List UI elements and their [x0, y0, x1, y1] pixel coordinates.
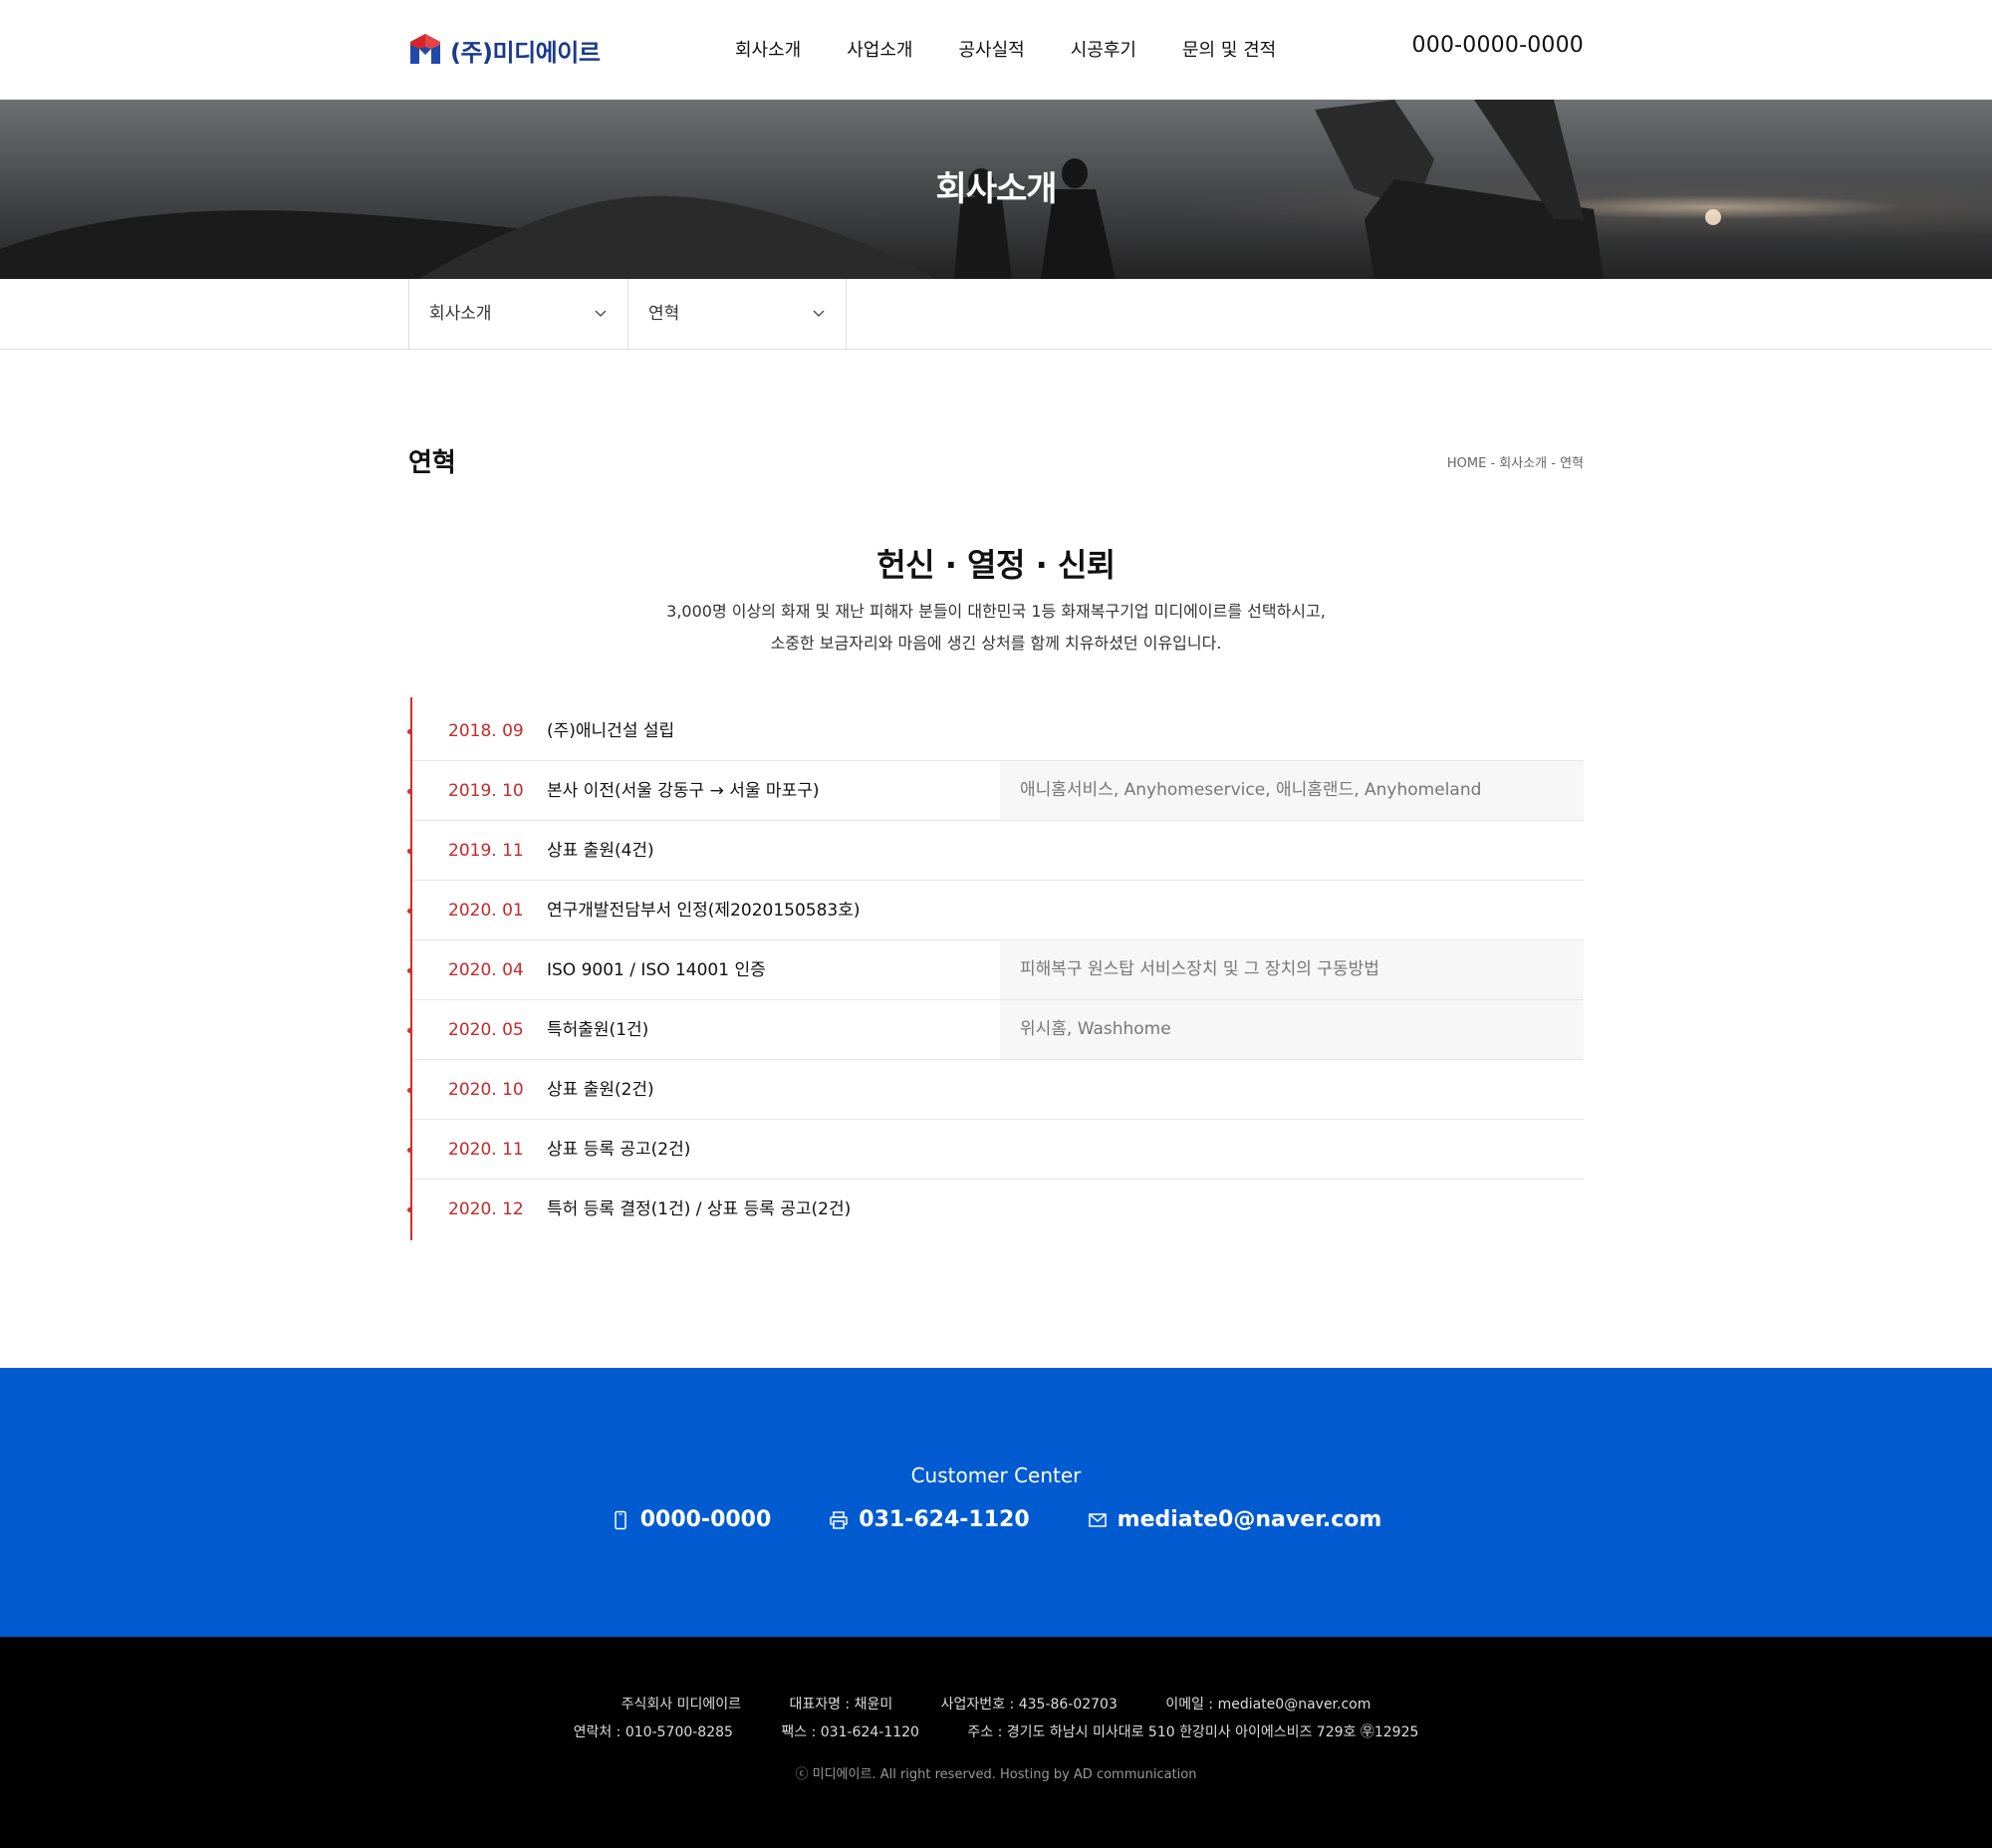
cs-email[interactable]: mediate0@naver.com — [1088, 1507, 1382, 1532]
banner-title: 회사소개 — [935, 169, 1057, 209]
timeline-row: 2020. 01 연구개발전담부서 인정(제2020150583호) — [407, 881, 1584, 940]
customer-center: Customer Center 0000-0000 031-624-1120 m… — [0, 1368, 1992, 1637]
footer-contact: 연락처 : 010-5700-8285 — [573, 1724, 733, 1740]
footer-contact-row: 연락처 : 010-5700-8285 팩스 : 031-624-1120 주소… — [0, 1721, 1992, 1741]
timeline-dot — [407, 1088, 412, 1093]
chevron-down-icon — [595, 310, 607, 318]
intro-text: 3,000명 이상의 화재 및 재난 피해자 분들이 대한민국 1등 화재복구기… — [0, 596, 1992, 660]
cs-phone[interactable]: 0000-0000 — [611, 1507, 772, 1532]
nav-item-inquiry[interactable]: 문의 및 견적 — [1182, 36, 1276, 62]
nav-item-projects[interactable]: 공사실적 — [959, 36, 1025, 62]
cs-email-address: mediate0@naver.com — [1117, 1507, 1382, 1532]
timeline-row: 2020. 10 상표 출원(2건) — [407, 1060, 1584, 1120]
timeline-note: 피해복구 원스탑 서비스장치 및 그 장치의 구동방법 — [1000, 940, 1584, 999]
site-logo[interactable]: (주)미디에이르 — [408, 30, 601, 70]
timeline-row: 2020. 05 특허출원(1건) 위시홈, Washhome — [407, 1000, 1584, 1060]
timeline-date: 2019. 10 — [448, 781, 524, 801]
timeline-event: 본사 이전(서울 강동구 → 서울 마포구) — [547, 781, 820, 801]
subnav-dropdown-page[interactable]: 연혁 — [627, 279, 847, 349]
timeline-date: 2020. 12 — [448, 1199, 524, 1219]
customer-center-title: Customer Center — [910, 1463, 1082, 1487]
timeline-row: 2019. 10 본사 이전(서울 강동구 → 서울 마포구) 애니홈서비스, An… — [407, 761, 1584, 821]
footer-company: 주식회사 미디에이르 — [621, 1697, 741, 1713]
timeline-note: 애니홈서비스, Anyhomeservice, 애니홈랜드, Anyhomela… — [1000, 761, 1584, 820]
timeline-event: ISO 9001 / ISO 14001 인증 — [547, 960, 766, 980]
header-phone[interactable]: 000-0000-0000 — [1412, 33, 1584, 58]
timeline-row: 2020. 12 특허 등록 결정(1건) / 상표 등록 공고(2건) — [407, 1180, 1584, 1239]
history-timeline: 2018. 09 (주)애니건설 설립 2019. 10 본사 이전(서울 강동구 →… — [407, 697, 1584, 1240]
slogan-heading: 헌신 · 열정 · 신뢰 — [876, 546, 1116, 584]
timeline-date: 2019. 11 — [448, 841, 524, 861]
timeline-dot — [407, 789, 412, 794]
footer-copyright: ⓒ 미디에이르. All right reserved. Hosting by … — [795, 1767, 1197, 1782]
nav-item-company[interactable]: 회사소개 — [735, 36, 801, 62]
mobile-icon — [614, 1510, 626, 1529]
cs-phone-number: 0000-0000 — [639, 1507, 772, 1532]
nav-item-reviews[interactable]: 시공후기 — [1071, 36, 1136, 62]
timeline-event: 상표 등록 공고(2건) — [547, 1140, 691, 1160]
timeline-event: 특허 등록 결정(1건) / 상표 등록 공고(2건) — [547, 1199, 852, 1219]
timeline-event: 특허출원(1건) — [547, 1020, 649, 1040]
timeline-row: 2020. 11 상표 등록 공고(2건) — [407, 1120, 1584, 1180]
footer-fax: 팩스 : 031-624-1120 — [781, 1724, 919, 1740]
footer-email: 이메일 : mediate0@naver.com — [1165, 1697, 1371, 1713]
subnav-page-label: 연혁 — [648, 304, 680, 324]
timeline-dot — [407, 849, 412, 854]
chevron-down-icon — [813, 310, 825, 318]
timeline-dot — [407, 968, 412, 973]
site-header: (주)미디에이르 회사소개 사업소개 공사실적 시공후기 문의 및 견적 000… — [0, 0, 1992, 100]
subnav-dropdown-category[interactable]: 회사소개 — [408, 279, 627, 349]
page-title: 연혁 — [408, 448, 456, 478]
intro-line: 소중한 보금자리와 마음에 생긴 상처를 함께 치유하셨던 이유입니다. — [770, 634, 1222, 653]
timeline-row: 2019. 11 상표 출원(4건) — [407, 821, 1584, 881]
mail-icon — [1088, 1512, 1107, 1527]
cs-fax[interactable]: 031-624-1120 — [829, 1507, 1030, 1532]
footer-ceo: 대표자명 : 채윤미 — [789, 1697, 893, 1713]
intro-line: 3,000명 이상의 화재 및 재난 피해자 분들이 대한민국 1등 화재복구기… — [666, 602, 1326, 621]
timeline-event: 연구개발전담부서 인정(제2020150583호) — [547, 901, 861, 921]
timeline-date: 2020. 04 — [448, 960, 524, 980]
timeline-date: 2020. 10 — [448, 1080, 524, 1100]
nav-item-business[interactable]: 사업소개 — [847, 36, 912, 62]
site-footer: 주식회사 미디에이르 대표자명 : 채윤미 사업자번호 : 435-86-027… — [0, 1637, 1992, 1848]
timeline-event: (주)애니건설 설립 — [547, 721, 675, 741]
timeline-event: 상표 출원(4건) — [547, 841, 654, 861]
timeline-dot — [407, 1148, 412, 1153]
timeline-note: 위시홈, Washhome — [1000, 1000, 1584, 1059]
timeline-date: 2020. 01 — [448, 901, 524, 921]
subnav-category-label: 회사소개 — [429, 304, 492, 324]
footer-info-row: 주식회사 미디에이르 대표자명 : 채윤미 사업자번호 : 435-86-027… — [0, 1694, 1992, 1714]
main-nav: 회사소개 사업소개 공사실적 시공후기 문의 및 견적 — [735, 36, 1276, 62]
page-banner: 회사소개 — [0, 100, 1992, 279]
cs-fax-number: 031-624-1120 — [859, 1507, 1030, 1532]
footer-address: 주소 : 경기도 하남시 미사대로 510 한강미사 아이에스비즈 729호 ㉾… — [967, 1724, 1419, 1740]
breadcrumb: HOME - 회사소개 - 연혁 — [1446, 456, 1584, 471]
timeline-date: 2020. 11 — [448, 1140, 524, 1160]
timeline-dot — [407, 1028, 412, 1033]
timeline-event: 상표 출원(2건) — [547, 1080, 654, 1100]
timeline-dot — [407, 909, 412, 914]
timeline-row: 2020. 04 ISO 9001 / ISO 14001 인증 피해복구 원스탑 … — [407, 940, 1584, 1000]
timeline-dot — [407, 1207, 412, 1212]
timeline-row: 2018. 09 (주)애니건설 설립 — [407, 701, 1584, 761]
logo-text: (주)미디에이르 — [450, 38, 601, 67]
timeline-date: 2018. 09 — [448, 721, 524, 741]
logo-mark-icon — [410, 34, 440, 64]
timeline-dot — [407, 729, 412, 734]
sub-nav: 회사소개 연혁 — [0, 279, 1992, 350]
printer-icon — [830, 1510, 849, 1529]
footer-biz-no: 사업자번호 : 435-86-02703 — [940, 1697, 1118, 1713]
timeline-date: 2020. 05 — [448, 1020, 524, 1040]
